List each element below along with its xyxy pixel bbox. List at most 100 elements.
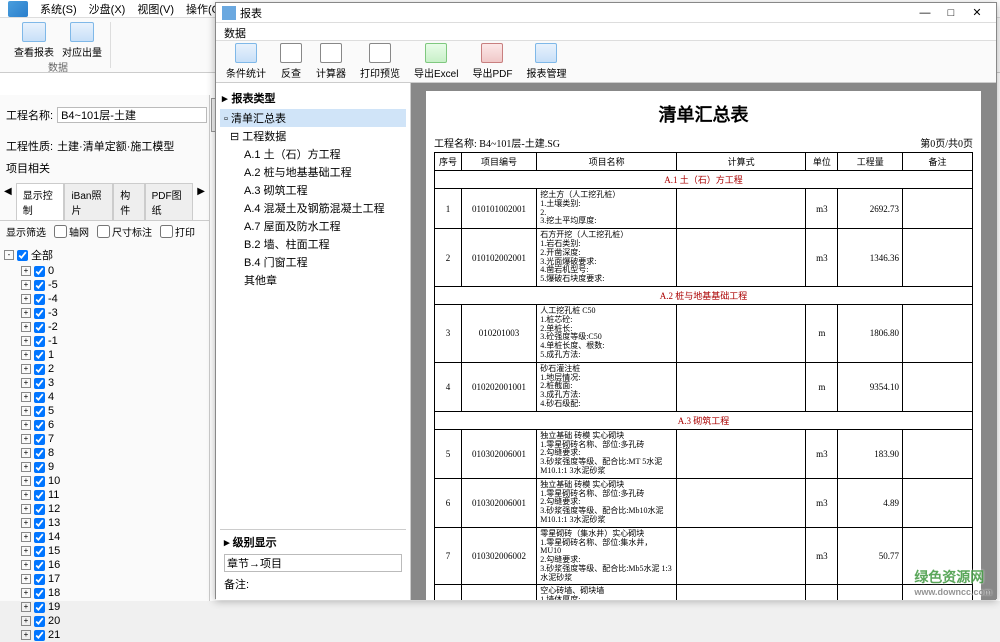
report-preview-area[interactable]: 清单汇总表 工程名称: B4~101层-土建.SG 第0页/共0页 序号项目编号…	[411, 83, 996, 600]
tree-floor-item[interactable]: + 3	[4, 376, 205, 390]
tree-floor-item[interactable]: + 11	[4, 488, 205, 502]
rtree-item[interactable]: A.4 混凝土及钢筋混凝土工程	[220, 199, 406, 217]
recheck-button[interactable]: 反查	[280, 43, 302, 80]
expand-icon[interactable]: ▸	[222, 92, 228, 105]
expand-icon[interactable]: ▸	[224, 537, 230, 549]
menu-system[interactable]: 系统(S)	[40, 1, 77, 17]
tree-floor-item[interactable]: + 18	[4, 586, 205, 600]
tree-expand-icon[interactable]: +	[21, 560, 31, 570]
tree-expand-icon[interactable]: +	[21, 420, 31, 430]
rtree-item[interactable]: 其他章	[220, 271, 406, 289]
tree-expand-icon[interactable]: +	[21, 364, 31, 374]
tree-floor-item[interactable]: + 12	[4, 502, 205, 516]
rtree-item[interactable]: A.2 桩与地基基础工程	[220, 163, 406, 181]
calculator-button[interactable]: 计算器	[316, 43, 346, 80]
tree-floor-item[interactable]: + -2	[4, 320, 205, 334]
tree-floor-item[interactable]: + 8	[4, 446, 205, 460]
tree-floor-item[interactable]: + 13	[4, 516, 205, 530]
tab-component[interactable]: 构件	[113, 183, 144, 220]
tree-floor-item[interactable]: + 15	[4, 544, 205, 558]
tree-expand-icon[interactable]: +	[21, 406, 31, 416]
tree-expand-icon[interactable]: +	[21, 392, 31, 402]
rtree-item[interactable]: A.3 砌筑工程	[220, 181, 406, 199]
tree-expand-icon[interactable]: +	[21, 280, 31, 290]
tree-floor-item[interactable]: + 9	[4, 460, 205, 474]
tree-expand-icon[interactable]: +	[21, 476, 31, 486]
tree-expand-icon[interactable]: +	[21, 588, 31, 598]
chk-size[interactable]: 尺寸标注	[97, 224, 152, 239]
tree-floor-item[interactable]: + 6	[4, 418, 205, 432]
tree-floor-item[interactable]: + 0	[4, 264, 205, 278]
tree-expand-icon[interactable]: +	[21, 266, 31, 276]
menu-view[interactable]: 视图(V)	[137, 1, 174, 17]
tree-expand-icon[interactable]: +	[21, 546, 31, 556]
floor-tree[interactable]: - 全部 + 0+ -5+ -4+ -3+ -2+ -1+ 1+ 2+ 3+ 4…	[0, 242, 209, 642]
tree-expand-icon[interactable]: +	[21, 448, 31, 458]
report-minimize-button[interactable]: —	[912, 4, 938, 22]
rtree-item[interactable]: B.4 门窗工程	[220, 253, 406, 271]
tree-floor-item[interactable]: + 19	[4, 600, 205, 614]
print-preview-button[interactable]: 打印预览	[360, 43, 400, 80]
tab-display-control[interactable]: 显示控制	[16, 183, 65, 220]
menu-sandbox[interactable]: 沙盘(X)	[89, 1, 126, 17]
rtree-group[interactable]: ⊟ 工程数据	[220, 127, 406, 145]
stat-icon	[235, 43, 257, 63]
tree-expand-icon[interactable]: +	[21, 574, 31, 584]
tree-expand-icon[interactable]: +	[21, 350, 31, 360]
export-qty-button[interactable]: 对应出量	[62, 22, 102, 59]
tree-expand-icon[interactable]: +	[21, 322, 31, 332]
tree-expand-icon[interactable]: +	[21, 630, 31, 640]
tree-floor-item[interactable]: + 14	[4, 530, 205, 544]
tree-expand-icon[interactable]: +	[21, 518, 31, 528]
tree-expand-icon[interactable]: +	[21, 336, 31, 346]
tree-expand-icon[interactable]: +	[21, 308, 31, 318]
tree-floor-item[interactable]: + 20	[4, 614, 205, 628]
rtree-item[interactable]: A.7 屋面及防水工程	[220, 217, 406, 235]
tree-floor-item[interactable]: + 17	[4, 572, 205, 586]
rtree-item[interactable]: B.2 墙、柱面工程	[220, 235, 406, 253]
tree-expand-icon[interactable]: +	[21, 616, 31, 626]
tab-pdf-drawing[interactable]: PDF图纸	[145, 183, 194, 220]
tree-expand-icon[interactable]: +	[21, 378, 31, 388]
rtree-root[interactable]: ▫ 清单汇总表	[220, 109, 406, 127]
tree-expand-icon[interactable]: +	[21, 462, 31, 472]
export-pdf-button[interactable]: 导出PDF	[472, 43, 512, 80]
tree-expand-icon[interactable]: +	[21, 532, 31, 542]
report-maximize-button[interactable]: □	[938, 4, 964, 22]
tree-floor-item[interactable]: + 7	[4, 432, 205, 446]
tree-expand-icon[interactable]: +	[21, 490, 31, 500]
level-value-input[interactable]	[224, 554, 402, 572]
tree-collapse-icon[interactable]: -	[4, 250, 14, 260]
tab-next-button[interactable]: ▶	[193, 183, 209, 220]
tree-root-check[interactable]	[17, 250, 28, 261]
tree-root-label[interactable]: 全部	[31, 247, 53, 263]
export-excel-button[interactable]: 导出Excel	[414, 43, 458, 80]
tree-expand-icon[interactable]: +	[21, 434, 31, 444]
cond-stat-button[interactable]: 条件统计	[226, 43, 266, 80]
tree-floor-item[interactable]: + 10	[4, 474, 205, 488]
report-menu-data[interactable]: 数据	[224, 28, 246, 40]
proj-name-input[interactable]	[57, 107, 207, 123]
tree-floor-item[interactable]: + 16	[4, 558, 205, 572]
report-mgmt-button[interactable]: 报表管理	[526, 43, 566, 80]
tab-prev-button[interactable]: ◀	[0, 183, 16, 220]
col-header: 项目编号	[461, 153, 536, 171]
tree-floor-item[interactable]: + -4	[4, 292, 205, 306]
tree-floor-item[interactable]: + 21	[4, 628, 205, 642]
tree-expand-icon[interactable]: +	[21, 504, 31, 514]
chk-axis[interactable]: 轴网	[54, 224, 89, 239]
tree-floor-item[interactable]: + 4	[4, 390, 205, 404]
tree-floor-item[interactable]: + 1	[4, 348, 205, 362]
tree-floor-item[interactable]: + -3	[4, 306, 205, 320]
tree-floor-item[interactable]: + -5	[4, 278, 205, 292]
tree-expand-icon[interactable]: +	[21, 602, 31, 612]
tree-floor-item[interactable]: + -1	[4, 334, 205, 348]
chk-print[interactable]: 打印	[160, 224, 195, 239]
tab-iban-photo[interactable]: iBan照片	[64, 183, 113, 220]
view-report-button[interactable]: 查看报表	[14, 22, 54, 59]
tree-expand-icon[interactable]: +	[21, 294, 31, 304]
tree-floor-item[interactable]: + 5	[4, 404, 205, 418]
rtree-item[interactable]: A.1 土（石）方工程	[220, 145, 406, 163]
tree-floor-item[interactable]: + 2	[4, 362, 205, 376]
report-close-button[interactable]: ✕	[964, 4, 990, 22]
